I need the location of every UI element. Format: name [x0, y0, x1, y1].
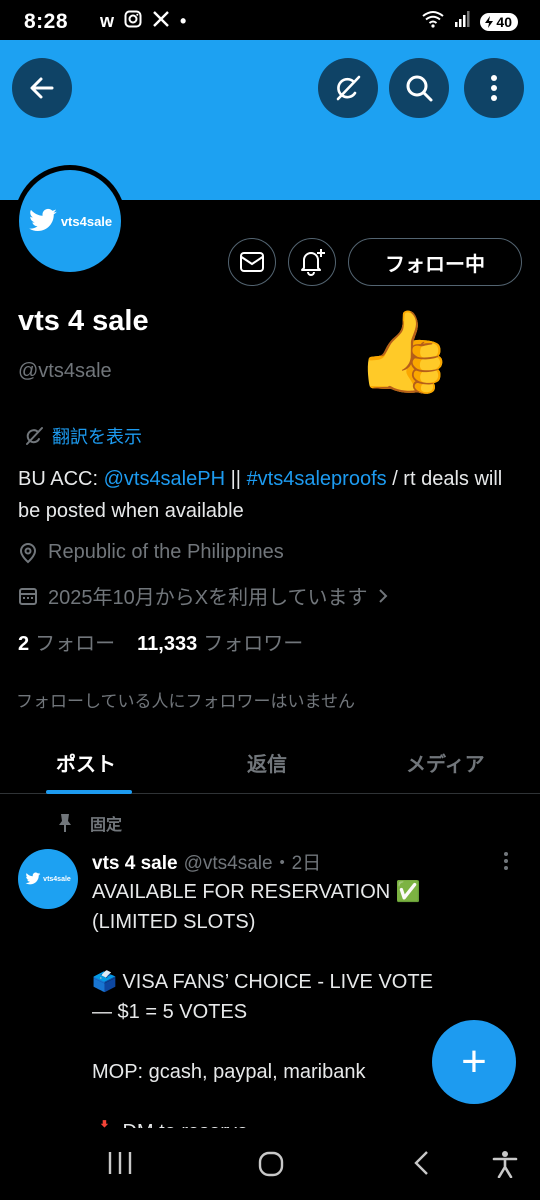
- active-tab-indicator: [46, 790, 132, 794]
- tab-replies[interactable]: 返信: [247, 748, 287, 777]
- bird-logo-icon: [25, 872, 41, 885]
- calendar-icon: [19, 587, 37, 605]
- tab-media[interactable]: メディア: [406, 748, 485, 777]
- bio-separator: ||: [225, 468, 247, 490]
- grok-icon: [336, 75, 361, 101]
- mutual-followers-note: フォローしている人にフォロワーはいません: [16, 692, 355, 711]
- mail-icon: [240, 252, 264, 272]
- follow-stats: 2 フォロー 11,333 フォロワー: [18, 627, 303, 656]
- notification-dot-icon: •: [180, 11, 187, 31]
- translate-label: 翻訳を表示: [52, 427, 142, 447]
- followers-stat[interactable]: 11,333 フォロワー: [137, 627, 303, 656]
- followers-count: 11,333: [137, 633, 198, 655]
- grok-button[interactable]: [318, 58, 378, 118]
- bio-mention-link[interactable]: @vts4salePH: [104, 468, 225, 490]
- notification-icons: w •: [100, 10, 186, 33]
- wifi-icon: [422, 10, 445, 33]
- message-button[interactable]: [228, 238, 276, 286]
- post-author-handle: @vts4sale: [183, 853, 273, 874]
- following-count: 2: [18, 633, 30, 655]
- back-button[interactable]: [12, 58, 72, 118]
- thumbs-up-emoji: 👍: [354, 307, 454, 396]
- location-pin-icon: [19, 542, 37, 563]
- location-row: Republic of the Philippines: [18, 541, 284, 564]
- status-bar: 8:28 w • 40: [0, 0, 540, 40]
- following-stat[interactable]: 2 フォロー: [18, 627, 115, 656]
- bird-logo-icon: [28, 208, 57, 231]
- following-button[interactable]: フォロー中: [348, 238, 522, 286]
- search-button[interactable]: [389, 58, 449, 118]
- signal-icon: [454, 10, 470, 33]
- profile-name: vts 4 sale: [18, 305, 149, 337]
- chevron-right-icon: [379, 588, 388, 603]
- back-arrow-icon: [30, 77, 54, 99]
- recent-apps-button[interactable]: [106, 1150, 134, 1181]
- battery-icon: 40: [480, 12, 518, 31]
- more-options-button[interactable]: [464, 58, 524, 118]
- avatar: vts4sale: [19, 170, 121, 272]
- post-more-button[interactable]: [503, 851, 509, 876]
- pinned-label: 固定: [90, 817, 123, 834]
- instagram-icon: [124, 10, 142, 33]
- recent-apps-icon: [108, 1152, 132, 1174]
- post-time: ・2日: [272, 853, 322, 874]
- pinned-label-row: 固定: [56, 811, 122, 835]
- location-text: Republic of the Philippines: [48, 541, 284, 563]
- home-icon: [258, 1151, 284, 1177]
- bio-hashtag-link[interactable]: #vts4saleproofs: [247, 468, 387, 490]
- translate-link[interactable]: 翻訳を表示: [24, 423, 142, 449]
- notify-button[interactable]: [288, 238, 336, 286]
- back-nav-button[interactable]: [412, 1150, 432, 1181]
- bell-plus-icon: [301, 249, 325, 276]
- following-label: フォロー: [35, 633, 116, 655]
- compose-button[interactable]: +: [432, 1020, 516, 1104]
- pin-icon: [59, 814, 71, 832]
- post-header: vts 4 sale @vts4sale・2日: [92, 848, 321, 875]
- post-avatar-brand: vts4sale: [43, 875, 71, 883]
- battery-level: 40: [496, 13, 512, 30]
- back-chevron-icon: [414, 1151, 428, 1175]
- profile-tabs: ポスト 返信 メディア: [0, 730, 540, 794]
- vertical-dots-icon: [491, 75, 497, 101]
- avatar-brand-text: vts4sale: [60, 213, 113, 229]
- accessibility-button[interactable]: [492, 1150, 518, 1183]
- bio-prefix: BU ACC:: [18, 468, 104, 490]
- w-app-icon: w: [100, 11, 115, 31]
- followers-label: フォロワー: [203, 633, 304, 655]
- status-time: 8:28: [24, 10, 69, 33]
- tab-posts[interactable]: ポスト: [56, 748, 116, 777]
- system-nav-bar: [0, 1128, 540, 1200]
- post-text: AVAILABLE FOR RESERVATION ✅ (LIMITED SLO…: [92, 881, 433, 1143]
- accessibility-icon: [492, 1151, 518, 1179]
- post-author-name[interactable]: vts 4 sale: [92, 853, 178, 874]
- x-logo-icon: [152, 10, 170, 33]
- post-avatar[interactable]: vts4sale: [18, 849, 78, 909]
- vertical-dots-icon: [504, 852, 508, 870]
- profile-avatar[interactable]: vts4sale: [14, 165, 126, 277]
- search-icon: [406, 75, 433, 102]
- profile-handle: @vts4sale: [18, 360, 112, 382]
- profile-bio: BU ACC: @vts4salePH || #vts4saleproofs /…: [18, 463, 518, 527]
- joined-row[interactable]: 2025年10月からXを利用しています: [18, 581, 389, 610]
- grok-translate-icon: [26, 427, 43, 445]
- home-button[interactable]: [257, 1150, 285, 1183]
- joined-text: 2025年10月からXを利用しています: [48, 587, 368, 609]
